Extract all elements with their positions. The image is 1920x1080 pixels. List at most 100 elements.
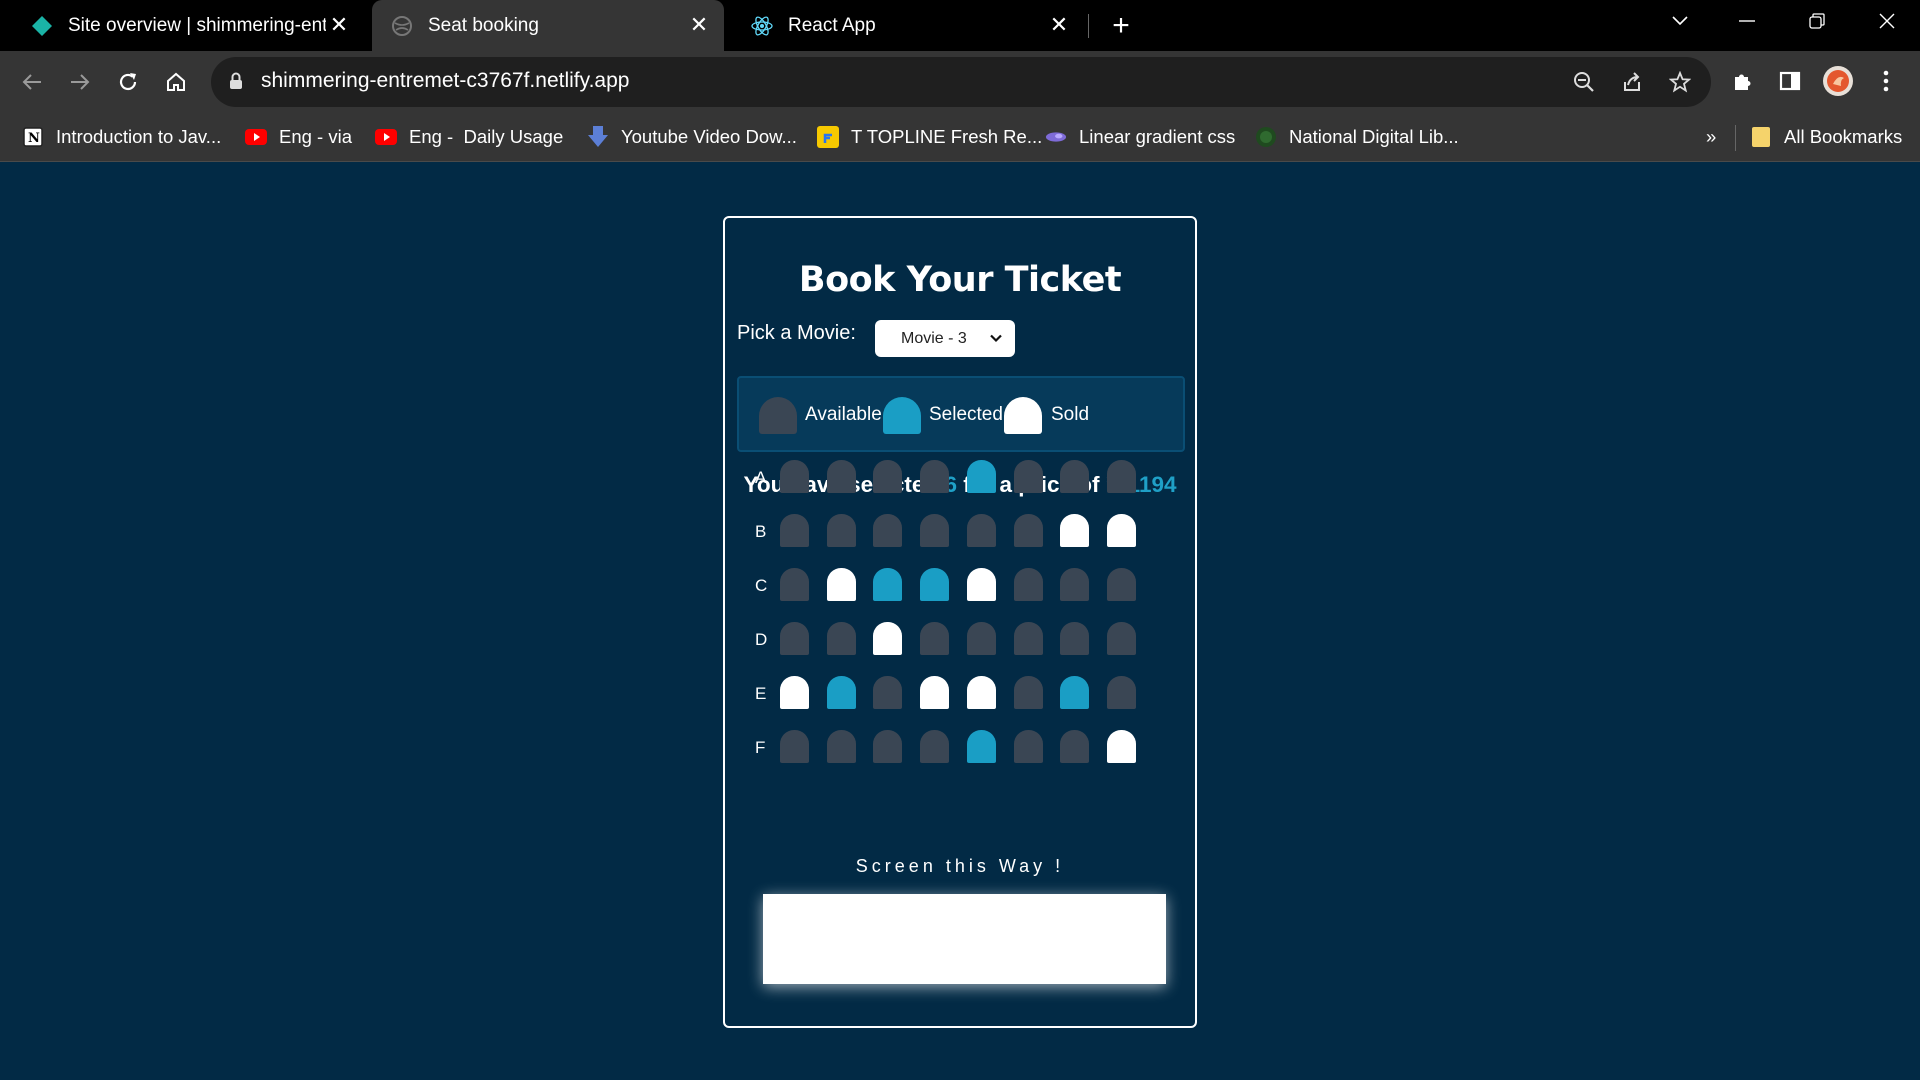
seat-a2[interactable] bbox=[826, 460, 856, 493]
seat-d2[interactable] bbox=[826, 622, 856, 655]
seat-f3[interactable] bbox=[873, 730, 903, 763]
seat-d8[interactable] bbox=[1106, 622, 1136, 655]
tab-seat-booking[interactable]: Seat booking ✕ bbox=[372, 0, 724, 51]
chevron-down-icon bbox=[989, 331, 1003, 350]
forward-icon[interactable] bbox=[62, 64, 98, 100]
seat-b6[interactable] bbox=[1013, 514, 1043, 547]
seat-a6[interactable] bbox=[1013, 460, 1043, 493]
notion-icon: N bbox=[22, 126, 44, 148]
legend-available-label: Available bbox=[805, 404, 882, 425]
seat-a4[interactable] bbox=[920, 460, 950, 493]
all-bookmarks[interactable]: All Bookmarks bbox=[1750, 123, 1902, 151]
seat-c7[interactable] bbox=[1060, 568, 1090, 601]
seat-e3[interactable] bbox=[873, 676, 903, 709]
seat-a1[interactable] bbox=[780, 460, 809, 493]
seat-f2[interactable] bbox=[826, 730, 856, 763]
seat-a3[interactable] bbox=[873, 460, 903, 493]
seat-d1[interactable] bbox=[780, 622, 809, 655]
seat-e6[interactable] bbox=[1013, 676, 1043, 709]
share-icon[interactable] bbox=[1619, 69, 1645, 95]
close-icon[interactable]: ✕ bbox=[328, 12, 350, 37]
bookmark-label: Eng - Daily Usage bbox=[409, 126, 564, 147]
seat-f4[interactable] bbox=[920, 730, 950, 763]
bookmark-item[interactable]: Eng - Daily Usage bbox=[375, 123, 563, 151]
row-label: E bbox=[755, 684, 767, 703]
seat-b1[interactable] bbox=[780, 514, 809, 547]
back-icon[interactable] bbox=[14, 64, 50, 100]
bookmark-label: National Digital Lib... bbox=[1289, 126, 1459, 147]
seat-a5[interactable] bbox=[966, 460, 996, 493]
bookmark-label: Linear gradient css bbox=[1079, 126, 1236, 147]
reload-icon[interactable] bbox=[110, 64, 146, 100]
seat-c8[interactable] bbox=[1106, 568, 1136, 601]
tab-title: Seat booking bbox=[428, 14, 539, 36]
extensions-icon[interactable] bbox=[1727, 65, 1759, 97]
seat-f6[interactable] bbox=[1013, 730, 1043, 763]
seat-f7[interactable] bbox=[1060, 730, 1090, 763]
row-label: C bbox=[755, 576, 768, 595]
menu-icon[interactable] bbox=[1870, 65, 1902, 97]
seat-d3 bbox=[873, 622, 903, 655]
bookmark-item[interactable]: Eng - via bbox=[245, 123, 352, 151]
cinema-screen bbox=[763, 894, 1166, 984]
seat-a8[interactable] bbox=[1106, 460, 1136, 493]
movie-select[interactable]: Movie - 3 bbox=[875, 320, 1015, 357]
close-icon[interactable]: ✕ bbox=[688, 12, 710, 37]
seat-a7[interactable] bbox=[1060, 460, 1090, 493]
seat-c6[interactable] bbox=[1013, 568, 1043, 601]
bookmarks-overflow[interactable]: » bbox=[1706, 123, 1716, 151]
bookmark-item[interactable]: Youtube Video Dow... bbox=[587, 123, 797, 151]
restore-icon[interactable] bbox=[1782, 0, 1852, 42]
all-bookmarks-label: All Bookmarks bbox=[1784, 126, 1903, 147]
bookmark-label: Eng - via bbox=[279, 126, 353, 147]
tab-react-app[interactable]: React App ✕ bbox=[732, 0, 1084, 51]
bookmark-item[interactable]: N Introduction to Jav... bbox=[22, 123, 221, 151]
tab-site-overview[interactable]: Site overview | shimmering-entremet-c376… bbox=[12, 0, 364, 51]
tab-separator bbox=[1088, 14, 1089, 38]
seat-b4[interactable] bbox=[920, 514, 950, 547]
tab-search-icon[interactable] bbox=[1645, 0, 1715, 42]
seat-c1[interactable] bbox=[780, 568, 809, 601]
home-icon[interactable] bbox=[158, 64, 194, 100]
seat-b2[interactable] bbox=[826, 514, 856, 547]
seat-e7[interactable] bbox=[1060, 676, 1090, 709]
bookmark-star-icon[interactable] bbox=[1667, 69, 1693, 95]
seat-d5[interactable] bbox=[966, 622, 996, 655]
seat-c3[interactable] bbox=[873, 568, 903, 601]
screen-label: Screen this Way ! bbox=[855, 856, 1065, 876]
seat-b5[interactable] bbox=[966, 514, 996, 547]
bookmark-item[interactable]: Linear gradient css bbox=[1045, 123, 1235, 151]
close-icon[interactable]: ✕ bbox=[1048, 12, 1070, 37]
sold-seat-icon bbox=[1004, 397, 1042, 434]
seat-e2[interactable] bbox=[826, 676, 856, 709]
netlify-icon bbox=[30, 14, 54, 38]
bookmark-label: T TOPLINE Fresh Re... bbox=[851, 126, 1043, 147]
seat-c2 bbox=[826, 568, 856, 601]
legend-sold-label: Sold bbox=[1051, 404, 1090, 425]
zoom-icon[interactable] bbox=[1571, 69, 1597, 95]
seat-f5[interactable] bbox=[966, 730, 996, 763]
side-panel-icon[interactable] bbox=[1774, 65, 1806, 97]
bookmark-item[interactable]: National Digital Lib... bbox=[1255, 123, 1459, 151]
minimize-icon[interactable] bbox=[1712, 0, 1782, 42]
row-label: D bbox=[755, 630, 768, 649]
row-label: F bbox=[755, 738, 766, 757]
seat-d6[interactable] bbox=[1013, 622, 1043, 655]
page-title: Book Your Ticket bbox=[798, 260, 1122, 300]
close-window-icon[interactable] bbox=[1852, 0, 1920, 42]
seat-e8[interactable] bbox=[1106, 676, 1136, 709]
seat-b3[interactable] bbox=[873, 514, 903, 547]
new-tab-icon[interactable]: + bbox=[1105, 9, 1137, 42]
seat-d7[interactable] bbox=[1060, 622, 1090, 655]
bookmark-item[interactable]: T TOPLINE Fresh Re... bbox=[817, 123, 1042, 151]
seat-f8 bbox=[1106, 730, 1136, 763]
lock-icon[interactable] bbox=[229, 72, 243, 95]
chevrons-right-icon: » bbox=[1706, 126, 1717, 147]
seat-f1[interactable] bbox=[780, 730, 809, 763]
folder-icon bbox=[1750, 126, 1772, 148]
avatar[interactable] bbox=[1822, 65, 1854, 97]
seat-b8 bbox=[1106, 514, 1136, 547]
seat-c4[interactable] bbox=[920, 568, 950, 601]
address-bar[interactable]: shimmering-entremet-c3767f.netlify.app bbox=[211, 57, 1711, 107]
seat-d4[interactable] bbox=[920, 622, 950, 655]
